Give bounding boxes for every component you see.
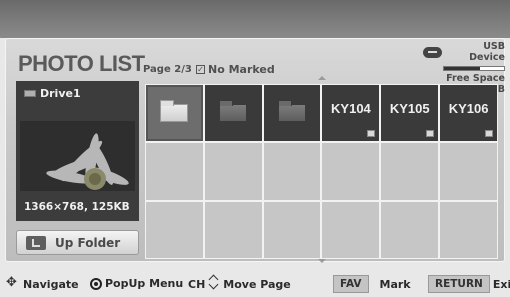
return-key[interactable]: RETURN	[428, 275, 490, 293]
grid-cell[interactable]	[321, 200, 381, 259]
file-name: KY105	[389, 100, 430, 116]
scroll-down-arrow-icon[interactable]	[318, 259, 326, 263]
popup-label: PopUp Menu	[105, 277, 184, 290]
preview-thumbnail	[20, 121, 135, 191]
folder-item[interactable]	[203, 84, 263, 143]
usb-label: USB Device	[469, 41, 505, 63]
footer-hints: Navigate PopUp Menu CH Move Page FAV Mar…	[0, 271, 510, 297]
folder-item[interactable]	[262, 84, 322, 143]
drive-name: Drive1	[40, 87, 81, 100]
file-item[interactable]: KY104	[321, 84, 381, 143]
hint-move-page: CH Move Page	[188, 277, 291, 291]
grid-cell[interactable]	[439, 200, 498, 259]
ok-button-icon	[90, 277, 102, 290]
drive-label-row: Drive1	[24, 87, 81, 100]
grid-cell[interactable]	[380, 142, 440, 201]
hint-popup: PopUp Menu	[90, 277, 183, 290]
navigate-arrows-icon	[6, 275, 20, 291]
marked-label: No Marked	[208, 63, 275, 76]
up-folder-label: Up Folder	[55, 235, 121, 250]
hint-mark: FAV Mark	[333, 275, 411, 293]
usb-space-fill	[444, 67, 480, 70]
folder-icon	[278, 100, 307, 123]
grid-cell[interactable]	[262, 200, 322, 259]
file-name: KY104	[331, 100, 371, 116]
usb-space-bar	[443, 66, 505, 71]
flower-image	[20, 121, 135, 191]
grid-cell[interactable]	[321, 142, 381, 201]
grid-cell[interactable]	[145, 200, 204, 259]
hint-exit: RETURN Exit	[428, 275, 510, 293]
up-folder-icon	[26, 235, 46, 250]
move-page-label: Move Page	[223, 277, 291, 291]
grid-cell[interactable]	[439, 142, 498, 201]
grid-cell[interactable]	[203, 200, 263, 259]
page-indicator: Page 2/3	[143, 64, 192, 75]
file-item[interactable]: KY106	[439, 84, 498, 143]
ch-updown-icon	[208, 273, 220, 291]
grid-cell[interactable]	[203, 142, 263, 201]
exit-label: Exit	[492, 277, 510, 291]
marked-status: ✓ No Marked	[196, 63, 275, 76]
scroll-up-arrow-icon[interactable]	[318, 76, 326, 80]
mark-checkbox-icon[interactable]	[426, 130, 435, 138]
mark-label: Mark	[379, 277, 411, 291]
photo-info: 1366×768, 125KB	[24, 201, 130, 213]
folder-item[interactable]	[145, 84, 204, 143]
photo-preview: Drive1 1366×768, 125KB	[16, 81, 139, 221]
mark-checkbox-icon[interactable]	[484, 130, 493, 138]
page-title: PHOTO LIST	[18, 51, 145, 76]
drive-icon	[24, 90, 36, 97]
ch-label: CH	[188, 277, 206, 291]
photo-grid: KY104 KY105 KY106	[145, 84, 498, 259]
photo-list-screen: PHOTO LIST Page 2/3 ✓ No Marked USB Devi…	[0, 0, 510, 297]
folder-icon	[160, 100, 189, 123]
grid-cell[interactable]	[262, 142, 322, 201]
checkbox-icon: ✓	[196, 65, 205, 74]
grid-cell[interactable]	[145, 142, 204, 201]
top-band	[0, 0, 510, 38]
usb-icon	[423, 46, 443, 58]
grid-cell[interactable]	[380, 200, 440, 259]
hint-navigate: Navigate	[6, 275, 79, 291]
photo-list-panel: PHOTO LIST Page 2/3 ✓ No Marked USB Devi…	[5, 38, 505, 263]
up-folder-button[interactable]: Up Folder	[16, 230, 139, 255]
file-item[interactable]: KY105	[380, 84, 440, 143]
fav-key[interactable]: FAV	[333, 275, 369, 293]
mark-checkbox-icon[interactable]	[367, 130, 376, 138]
file-name: KY106	[448, 100, 489, 116]
navigate-label: Navigate	[23, 277, 79, 291]
folder-icon	[219, 100, 248, 123]
